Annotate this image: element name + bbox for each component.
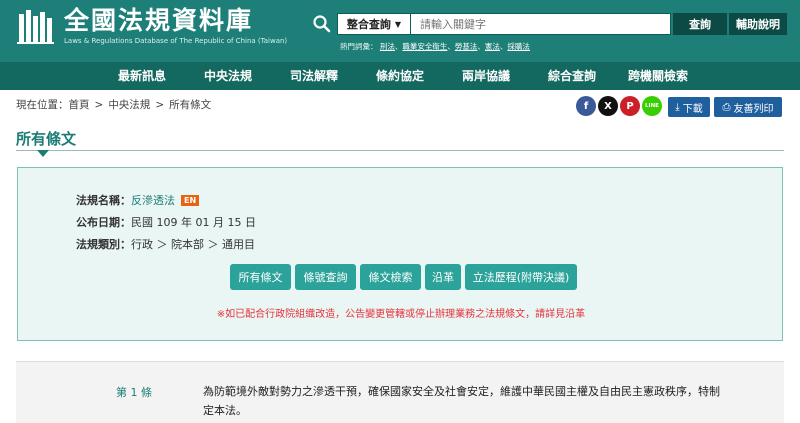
breadcrumb-central-laws[interactable]: 中央法規 xyxy=(108,99,150,111)
search-input[interactable] xyxy=(411,13,671,35)
history-button[interactable]: 沿革 xyxy=(425,264,461,290)
publish-date-label: 公布日期： xyxy=(76,216,131,229)
hot-keyword-link[interactable]: 勞基法 xyxy=(455,42,478,51)
law-name-link[interactable]: 反滲透法 xyxy=(131,194,175,207)
law-name-row: 法規名稱：反滲透法 EN xyxy=(76,192,200,208)
download-label: 下載 xyxy=(682,103,703,115)
page-title: 所有條文 xyxy=(16,130,77,148)
breadcrumb-current: 所有條文 xyxy=(169,99,212,111)
download-icon: ⤓ xyxy=(675,101,680,113)
search-icon xyxy=(313,15,331,33)
english-version-badge[interactable]: EN xyxy=(181,195,200,206)
publish-date-row: 公布日期：民國 109 年 01 月 15 日 xyxy=(76,214,256,230)
hot-keyword-link[interactable]: 刑法 xyxy=(380,42,395,51)
hot-keywords: 熱門詞彙： 刑法、職業安全衛生、勞基法、憲法、採購法 xyxy=(340,42,530,51)
hot-keyword-link[interactable]: 職業安全衛生 xyxy=(402,42,447,51)
hot-keyword-link[interactable]: 憲法 xyxy=(485,42,500,51)
law-tabs: 所有條文 條號查詢 條文檢索 沿革 立法歷程(附帶決議) xyxy=(230,264,581,290)
main-nav: 最新訊息 中央法規 司法解釋 條約協定 兩岸協議 綜合查詢 跨機關檢索 xyxy=(0,62,800,90)
breadcrumb: 現在位置：首頁 > 中央法規 > 所有條文 xyxy=(16,97,216,112)
hot-keywords-label: 熱門詞彙： xyxy=(340,42,378,51)
law-category-row: 法規類別：行政 ＞ 院本部 ＞ 通用目 xyxy=(76,236,255,252)
nav-item-news[interactable]: 最新訊息 xyxy=(99,62,185,90)
article-number[interactable]: 第 1 條 xyxy=(116,384,152,400)
law-category-value: 行政 ＞ 院本部 ＞ 通用目 xyxy=(131,238,255,251)
title-pointer-icon xyxy=(37,150,49,157)
download-button[interactable]: ⤓ 下載 xyxy=(668,97,710,117)
site-subtitle: Laws & Regulations Database of The Repub… xyxy=(64,37,288,45)
site-title: 全國法規資料庫 xyxy=(64,6,254,35)
breadcrumb-home[interactable]: 首頁 xyxy=(69,99,90,111)
reorganization-notice: ※如已配合行政院組織改造，公告變更管轄或停止辦理業務之法規條文，請詳見沿革 xyxy=(216,309,586,320)
hot-keyword-link[interactable]: 採購法 xyxy=(507,42,530,51)
nav-item-judicial-interpretations[interactable]: 司法解釋 xyxy=(271,62,357,90)
law-category-label: 法規類別： xyxy=(76,238,131,251)
line-icon[interactable]: LINE xyxy=(642,96,662,116)
article-row: 第 1 條 為防範境外敵對勢力之滲透干預，確保國家安全及社會安定，維護中華民國主… xyxy=(16,361,784,423)
x-icon[interactable]: X xyxy=(598,96,618,116)
article-text: 為防範境外敵對勢力之滲透干預，確保國家安全及社會安定，維護中華民國主權及自由民主… xyxy=(203,385,720,417)
article-number-search-button[interactable]: 條號查詢 xyxy=(295,264,356,290)
pinterest-icon[interactable]: P xyxy=(620,96,640,116)
search-type-select[interactable]: 整合查詢 ▼ xyxy=(337,13,411,35)
law-info-box: 法規名稱：反滲透法 EN 公布日期：民國 109 年 01 月 15 日 法規類別… xyxy=(17,167,783,341)
search-type-value: 整合查詢 xyxy=(346,18,391,31)
chevron-down-icon: ▼ xyxy=(394,19,402,29)
breadcrumb-prefix: 現在位置： xyxy=(16,99,69,111)
site-logo[interactable]: 全國法規資料庫 Laws & Regulations Database of T… xyxy=(16,6,287,46)
facebook-icon[interactable]: f xyxy=(576,96,596,116)
law-name-label: 法規名稱： xyxy=(76,194,131,207)
legislative-history-button[interactable]: 立法歷程(附帶決議) xyxy=(465,264,577,290)
nav-item-central-laws[interactable]: 中央法規 xyxy=(185,62,271,90)
nav-item-integrated-search[interactable]: 綜合查詢 xyxy=(529,62,615,90)
all-articles-button[interactable]: 所有條文 xyxy=(230,264,291,290)
search-bar: 整合查詢 ▼ 查詢 輔助說明 xyxy=(312,13,787,35)
print-label: 友善列印 xyxy=(733,103,774,115)
nav-item-cross-strait[interactable]: 兩岸協議 xyxy=(443,62,529,90)
publish-date-value: 民國 109 年 01 月 15 日 xyxy=(131,216,256,229)
help-button[interactable]: 輔助說明 xyxy=(729,13,787,35)
nav-item-cross-agency-search[interactable]: 跨機關檢索 xyxy=(615,62,701,90)
breadcrumb-separator: > xyxy=(155,99,165,111)
printer-icon: ⎙ xyxy=(722,101,731,113)
article-text-search-button[interactable]: 條文檢索 xyxy=(360,264,421,290)
share-buttons: f X P LINE xyxy=(576,96,664,116)
law-books-logo-icon xyxy=(17,10,54,44)
site-header: 全國法規資料庫 Laws & Regulations Database of T… xyxy=(0,0,800,62)
print-button[interactable]: ⎙ 友善列印 xyxy=(714,97,782,117)
breadcrumb-separator: > xyxy=(94,99,104,111)
nav-item-treaties[interactable]: 條約協定 xyxy=(357,62,443,90)
search-button[interactable]: 查詢 xyxy=(673,13,727,35)
title-divider xyxy=(16,150,784,151)
